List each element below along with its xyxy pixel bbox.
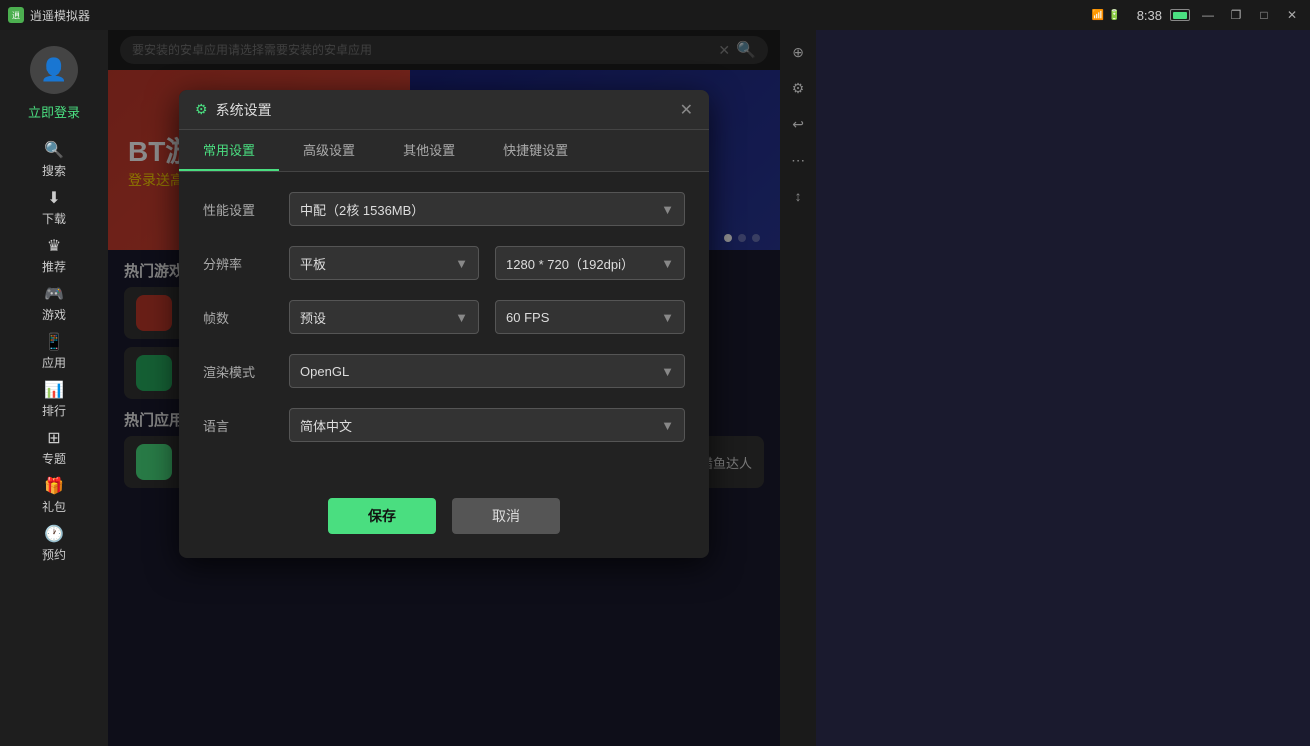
- app-title: 逍遥模拟器: [30, 7, 90, 24]
- resolution-arrow-2: ▼: [661, 256, 674, 271]
- inner-layout: ✕ 🔍 BT游戏专 登录送高V 上线送8888钻 首 发 游 戏: [108, 30, 816, 746]
- performance-value: 中配（2核 1536MB）: [300, 200, 424, 219]
- games-icon: 🎮: [44, 284, 64, 304]
- language-label: 语言: [203, 416, 273, 435]
- rs-icon-4[interactable]: ⋯: [784, 146, 812, 174]
- minimize-button[interactable]: —: [1198, 5, 1218, 25]
- sidebar-item-recommend[interactable]: ♛ 推荐: [9, 233, 99, 277]
- dialog-tabs: 常用设置 高级设置 其他设置 快捷键设置: [179, 130, 709, 172]
- special-icon: ⊞: [47, 428, 60, 448]
- resolution-select-1[interactable]: 平板 ▼: [289, 246, 479, 280]
- resolution-label: 分辨率: [203, 254, 273, 273]
- dialog-title: 系统设置: [216, 100, 672, 120]
- sidebar-label-apps: 应用: [42, 354, 66, 371]
- performance-label: 性能设置: [203, 200, 273, 219]
- tab-shortcut[interactable]: 快捷键设置: [479, 130, 592, 171]
- sidebar-label-search: 搜索: [42, 162, 66, 179]
- download-icon: ⬇: [47, 188, 60, 208]
- tab-advanced[interactable]: 高级设置: [279, 130, 379, 171]
- setting-row-fps: 帧数 预设 ▼ 60 FPS ▼: [203, 300, 685, 334]
- render-arrow: ▼: [661, 364, 674, 379]
- apps-icon: 📱: [44, 332, 64, 352]
- title-status-icons: 📶 🔋: [1092, 10, 1121, 21]
- rs-icon-1[interactable]: ⊕: [784, 38, 812, 66]
- setting-row-performance: 性能设置 中配（2核 1536MB） ▼: [203, 192, 685, 226]
- fps-select-2[interactable]: 60 FPS ▼: [495, 300, 685, 334]
- language-select[interactable]: 简体中文 ▼: [289, 408, 685, 442]
- restore-button[interactable]: ❐: [1226, 5, 1246, 25]
- wifi-icon: 📶: [1092, 10, 1104, 21]
- language-arrow: ▼: [661, 418, 674, 433]
- rs-icon-5[interactable]: ↕: [784, 182, 812, 210]
- recommend-icon: ♛: [47, 236, 61, 256]
- sidebar-label-appoint: 预约: [42, 546, 66, 563]
- sidebar-item-gift[interactable]: 🎁 礼包: [9, 473, 99, 517]
- title-bar-left: 逍 逍遥模拟器: [8, 7, 90, 24]
- appoint-icon: 🕐: [44, 524, 64, 544]
- sidebar-item-games[interactable]: 🎮 游戏: [9, 281, 99, 325]
- login-link[interactable]: 立即登录: [28, 102, 80, 121]
- close-button[interactable]: ✕: [1282, 5, 1302, 25]
- overlay: ⚙ 系统设置 ✕ 常用设置 高级设置 其他设置: [108, 30, 780, 746]
- fps-value-2: 60 FPS: [506, 310, 549, 325]
- gift-icon: 🎁: [44, 476, 64, 496]
- rs-icon-3[interactable]: ↩: [784, 110, 812, 138]
- clock: 8:38: [1137, 8, 1162, 23]
- language-value: 简体中文: [300, 416, 352, 435]
- setting-row-language: 语言 简体中文 ▼: [203, 408, 685, 442]
- setting-row-resolution: 分辨率 平板 ▼ 1280 * 720（192dpi） ▼: [203, 246, 685, 280]
- performance-arrow: ▼: [661, 202, 674, 217]
- sidebar: 👤 立即登录 🔍 搜索 ⬇ 下载 ♛ 推荐 🎮 游戏 📱 应用 📊 排行 ⊞ 专…: [0, 30, 108, 746]
- sidebar-label-rank: 排行: [42, 402, 66, 419]
- app-logo: 逍: [8, 7, 24, 23]
- sidebar-label-download: 下载: [42, 210, 66, 227]
- sidebar-label-special: 专题: [42, 450, 66, 467]
- sidebar-item-special[interactable]: ⊞ 专题: [9, 425, 99, 469]
- sidebar-label-gift: 礼包: [42, 498, 66, 515]
- render-label: 渲染模式: [203, 362, 273, 381]
- sidebar-item-appoint[interactable]: 🕐 预约: [9, 521, 99, 565]
- sidebar-item-rank[interactable]: 📊 排行: [9, 377, 99, 421]
- battery-icon: 🔋: [1108, 10, 1120, 21]
- dialog-footer: 保存 取消: [179, 482, 709, 558]
- resolution-select-2[interactable]: 1280 * 720（192dpi） ▼: [495, 246, 685, 280]
- render-value: OpenGL: [300, 364, 349, 379]
- sidebar-label-games: 游戏: [42, 306, 66, 323]
- fps-select-1[interactable]: 预设 ▼: [289, 300, 479, 334]
- dialog-close-button[interactable]: ✕: [680, 100, 693, 120]
- rank-icon: 📊: [44, 380, 64, 400]
- render-select[interactable]: OpenGL ▼: [289, 354, 685, 388]
- fps-arrow-2: ▼: [661, 310, 674, 325]
- fps-label: 帧数: [203, 308, 273, 327]
- rs-icon-2[interactable]: ⚙: [784, 74, 812, 102]
- fps-value-1: 预设: [300, 308, 326, 327]
- resolution-value-2: 1280 * 720（192dpi）: [506, 254, 634, 273]
- search-icon: 🔍: [44, 140, 64, 160]
- main-layout: 👤 立即登录 🔍 搜索 ⬇ 下载 ♛ 推荐 🎮 游戏 📱 应用 📊 排行 ⊞ 专…: [0, 30, 1310, 746]
- performance-select[interactable]: 中配（2核 1536MB） ▼: [289, 192, 685, 226]
- right-sidebar: ⊕ ⚙ ↩ ⋯ ↕: [780, 30, 816, 746]
- setting-row-render: 渲染模式 OpenGL ▼: [203, 354, 685, 388]
- resolution-value-1: 平板: [300, 254, 326, 273]
- dialog-header: ⚙ 系统设置 ✕: [179, 90, 709, 130]
- dialog-body: 性能设置 中配（2核 1536MB） ▼ 分辨率 平板 ▼: [179, 172, 709, 482]
- sidebar-item-search[interactable]: 🔍 搜索: [9, 137, 99, 181]
- title-bar: 逍 逍遥模拟器 📶 🔋 8:38 — ❐ □ ✕: [0, 0, 1310, 30]
- sidebar-item-download[interactable]: ⬇ 下载: [9, 185, 99, 229]
- maximize-button[interactable]: □: [1254, 5, 1274, 25]
- settings-icon: ⚙: [195, 101, 208, 118]
- sidebar-label-recommend: 推荐: [42, 258, 66, 275]
- main-content: ✕ 🔍 BT游戏专 登录送高V 上线送8888钻 首 发 游 戏: [108, 30, 780, 746]
- avatar[interactable]: 👤: [30, 46, 78, 94]
- sidebar-item-apps[interactable]: 📱 应用: [9, 329, 99, 373]
- cancel-button[interactable]: 取消: [452, 498, 560, 534]
- settings-dialog: ⚙ 系统设置 ✕ 常用设置 高级设置 其他设置: [179, 90, 709, 558]
- save-button[interactable]: 保存: [328, 498, 436, 534]
- tab-other[interactable]: 其他设置: [379, 130, 479, 171]
- fps-arrow-1: ▼: [455, 310, 468, 325]
- resolution-arrow-1: ▼: [455, 256, 468, 271]
- tab-common[interactable]: 常用设置: [179, 130, 279, 171]
- battery-bar: [1170, 9, 1190, 21]
